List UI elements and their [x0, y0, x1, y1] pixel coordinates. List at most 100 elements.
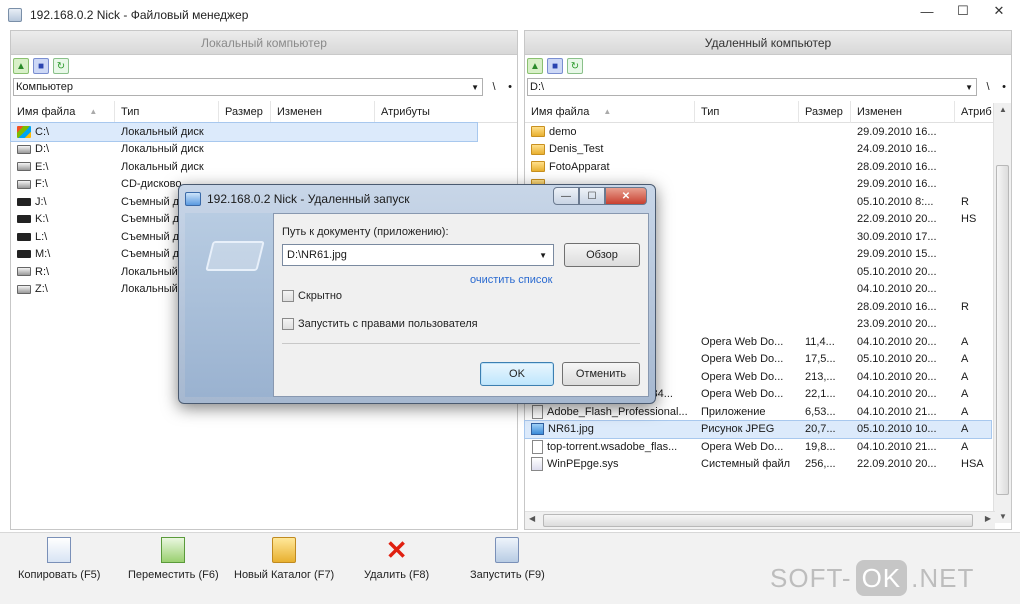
table-row[interactable]: Denis_Test 24.09.2010 16...	[525, 141, 991, 159]
file-size-cell: 11,4...	[805, 335, 835, 348]
col-filename[interactable]: Имя файла ▲	[11, 100, 115, 123]
table-row[interactable]: C:\ Локальный диск	[10, 122, 478, 142]
scroll-thumb[interactable]	[543, 514, 973, 527]
table-row[interactable]: top-torrent.wsadobe_flas... Opera Web Do.…	[525, 438, 991, 456]
file-modified-cell: 04.10.2010 20...	[857, 388, 937, 401]
remote-column-header: Имя файла ▲ Тип Размер Изменен Атриб	[525, 100, 1011, 123]
chevron-down-icon[interactable]: ▼	[539, 251, 547, 260]
scroll-up-icon[interactable]: ▲	[994, 105, 1012, 114]
bookmark-button[interactable]: •	[505, 81, 515, 93]
file-name-cell: demo	[525, 126, 695, 138]
col-modified[interactable]: Изменен	[271, 100, 375, 123]
file-name-cell: F:\	[11, 178, 115, 190]
delete-button[interactable]: ✕ Удалить (F8)	[364, 535, 429, 582]
root-button[interactable]: \	[489, 81, 499, 93]
run-as-user-checkbox[interactable]: Запустить с правами пользователя	[282, 318, 478, 330]
ok-button[interactable]: OK	[480, 362, 554, 386]
local-column-header: Имя файла ▲ Тип Размер Изменен Атрибуты	[11, 100, 517, 123]
move-button[interactable]: Переместить (F6)	[128, 537, 219, 581]
file-modified-cell: 30.09.2010 17...	[857, 230, 937, 243]
remote-pane-header[interactable]: Удаленный компьютер	[525, 31, 1011, 55]
col-modified[interactable]: Изменен	[851, 100, 955, 123]
folder-icon	[531, 143, 545, 155]
scroll-left-icon[interactable]: ◀	[529, 514, 535, 523]
file-name-cell: M:\	[11, 248, 115, 260]
clear-list-link[interactable]: очистить список	[470, 274, 552, 286]
file-name-cell: E:\	[11, 161, 115, 173]
watermark: SOFT- OK .NET	[770, 560, 974, 596]
path-combobox[interactable]: D:\NR61.jpg ▼	[282, 244, 554, 266]
table-row[interactable]: demo 29.09.2010 16...	[525, 123, 991, 141]
refresh-icon[interactable]: ↻	[567, 58, 583, 74]
dialog-close-button[interactable]: ✕	[605, 187, 647, 205]
file-size-cell: 213,...	[805, 370, 836, 383]
dialog-title: 192.168.0.2 Nick - Удаленный запуск	[207, 192, 410, 206]
removable-drive-icon	[17, 215, 31, 224]
table-row[interactable]: Adobe_Flash_Professional... Приложение 6,5…	[525, 403, 991, 421]
bookmark-button[interactable]: •	[999, 81, 1009, 93]
close-button[interactable]: ✕	[988, 2, 1010, 20]
col-attributes[interactable]: Атриб	[955, 101, 993, 123]
vertical-scrollbar[interactable]: ▲ ▼	[993, 103, 1011, 523]
divider	[282, 343, 640, 344]
scroll-right-icon[interactable]: ▶	[985, 514, 991, 523]
remote-path-select[interactable]: D:\ ▼	[527, 78, 977, 96]
remote-toolbar: ▲ ■ ↻	[525, 55, 1011, 77]
minimize-button[interactable]: —	[916, 2, 938, 20]
table-row[interactable]: E:\ Локальный диск	[11, 158, 477, 176]
file-modified-cell: 04.10.2010 21...	[857, 405, 937, 418]
dialog-maximize-button[interactable]: ☐	[579, 187, 605, 205]
refresh-icon[interactable]: ↻	[53, 58, 69, 74]
file-modified-cell: 04.10.2010 20...	[857, 335, 937, 348]
file-modified-cell: 04.10.2010 20...	[857, 370, 937, 383]
file-attr-cell: R	[961, 195, 969, 208]
copy-button[interactable]: Копировать (F5)	[18, 537, 100, 581]
file-modified-cell: 04.10.2010 20...	[857, 283, 937, 296]
root-button[interactable]: \	[983, 81, 993, 93]
table-row[interactable]: NR61.jpg Рисунок JPEG 20,7... 05.10.2010 10…	[524, 419, 992, 439]
checkbox-icon	[282, 318, 294, 330]
file-modified-cell: 22.09.2010 20...	[857, 213, 937, 226]
removable-drive-icon	[17, 232, 31, 241]
window-controls: — ☐ ✕	[916, 2, 1010, 20]
hidden-checkbox[interactable]: Скрытно	[282, 290, 342, 302]
table-row[interactable]: FotoApparat 28.09.2010 16...	[525, 158, 991, 176]
file-attr-cell: HS	[961, 213, 977, 226]
scroll-thumb[interactable]	[996, 165, 1009, 495]
col-type[interactable]: Тип	[115, 100, 219, 123]
sort-asc-icon: ▲	[89, 107, 98, 116]
table-row[interactable]: D:\ Локальный диск	[11, 141, 477, 159]
file-name-cell: FotoApparat	[525, 161, 695, 173]
horizontal-scrollbar[interactable]: ◀ ▶	[525, 511, 995, 529]
dialog-minimize-button[interactable]: —	[553, 187, 579, 205]
table-row[interactable]: WinPEpge.sys Системный файл 256,... 22.09.2…	[525, 456, 991, 474]
run-button[interactable]: Запустить (F9)	[470, 537, 545, 581]
cancel-button[interactable]: Отменить	[562, 362, 640, 386]
col-type[interactable]: Тип	[695, 100, 799, 123]
col-attributes[interactable]: Атрибуты	[375, 101, 475, 123]
drive-icon	[17, 284, 31, 294]
col-filename[interactable]: Имя файла ▲	[525, 100, 695, 123]
file-modified-cell: 28.09.2010 16...	[857, 160, 937, 173]
file-modified-cell: 23.09.2010 20...	[857, 318, 937, 331]
up-folder-icon[interactable]: ▲	[13, 58, 29, 74]
file-type-cell: Opera Web Do...	[701, 335, 784, 348]
network-icon[interactable]: ■	[33, 58, 49, 74]
scroll-down-icon[interactable]: ▼	[994, 512, 1012, 521]
col-size[interactable]: Размер	[219, 100, 271, 123]
network-icon[interactable]: ■	[547, 58, 563, 74]
maximize-button[interactable]: ☐	[952, 2, 974, 20]
system-file-icon	[531, 457, 543, 472]
monitor-icon	[205, 241, 265, 271]
file-attr-cell: A	[961, 370, 969, 383]
file-name-cell: Z:\	[11, 283, 115, 295]
new-folder-button[interactable]: Новый Каталог (F7)	[234, 537, 334, 581]
file-modified-cell: 05.10.2010 20...	[857, 265, 937, 278]
file-name-cell: top-torrent.wsadobe_flas...	[525, 439, 695, 454]
col-size[interactable]: Размер	[799, 100, 851, 123]
local-pane-header[interactable]: Локальный компьютер	[11, 31, 517, 55]
browse-button[interactable]: Обзор	[564, 243, 640, 267]
local-path-select[interactable]: Компьютер ▼	[13, 78, 483, 96]
file-type-cell: Opera Web Do...	[701, 353, 784, 366]
up-folder-icon[interactable]: ▲	[527, 58, 543, 74]
